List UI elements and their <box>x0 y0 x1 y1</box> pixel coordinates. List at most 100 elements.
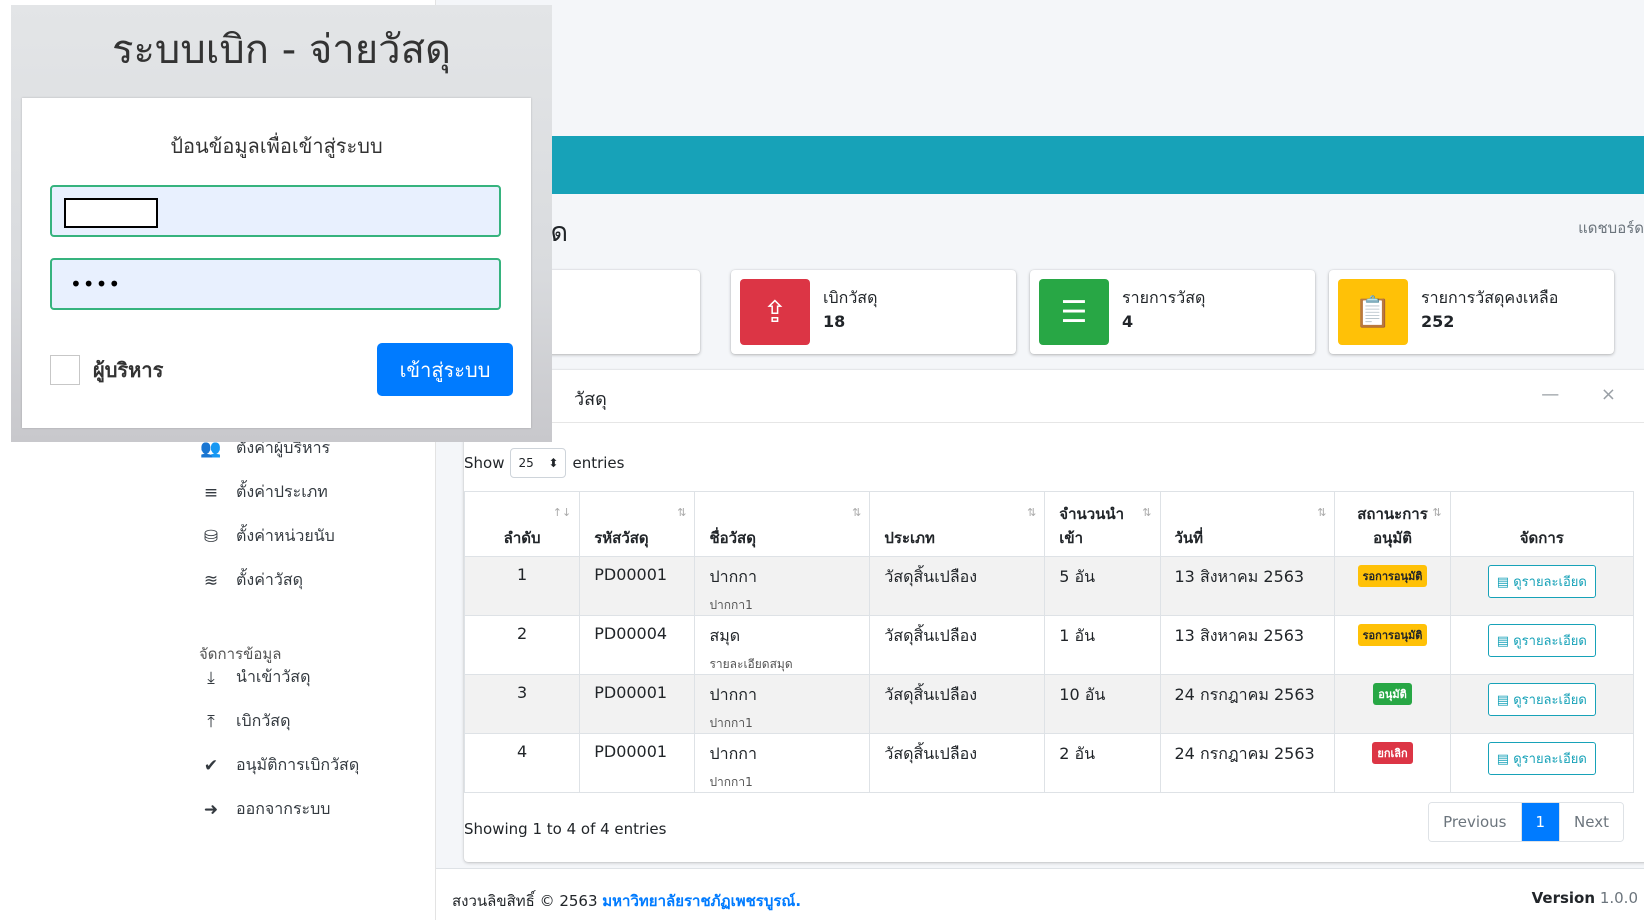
sidebar-data-item-0[interactable]: ⤓ นำเข้าวัสดุ <box>200 665 310 690</box>
status-badge: รอการอนุมัติ <box>1357 624 1428 646</box>
material-name: ปากกา <box>709 685 757 704</box>
import-quantity: 10 อัน <box>1059 685 1106 704</box>
page-length-select[interactable]: 25 ⬍ <box>510 448 567 478</box>
nav-item-label: ตั้งค่าหน่วยนับ <box>236 526 335 545</box>
cell-type: วัสดุสิ้นเปลือง <box>869 674 1046 734</box>
sidebar-data-item-2[interactable]: ✔ อนุมัติการเบิกวัสดุ <box>200 753 359 778</box>
column-header-6[interactable]: สถานะการอนุมัติ ⇅ <box>1334 491 1451 557</box>
pagination: Previous 1 Next <box>1428 802 1624 842</box>
view-detail-button[interactable]: ▤ ดูรายละเอียด <box>1487 683 1596 716</box>
breadcrumb[interactable]: แดชบอร์ด <box>1578 216 1644 240</box>
table-row: 3 PD00001 ปากกา ปากกา1 วัสดุสิ้นเปลือง 10 อัน… <box>463 674 1635 734</box>
upload-icon: ⤒ <box>207 711 215 732</box>
material-code: PD00001 <box>594 565 668 584</box>
previous-button[interactable]: Previous <box>1429 803 1522 841</box>
material-code: PD00001 <box>594 742 668 761</box>
cell-status: รอการอนุมัติ <box>1334 615 1451 675</box>
column-header-3[interactable]: ประเภท ⇅ <box>869 491 1046 557</box>
username-input[interactable] <box>50 185 501 237</box>
nav-section-header: จัดการข้อมูล <box>199 645 282 663</box>
card-tools[interactable]: — × <box>1541 384 1634 405</box>
logout-icon: ➜ <box>203 799 219 820</box>
nav-item-label: เบิกวัสดุ <box>236 711 291 730</box>
row-number: 4 <box>517 742 528 761</box>
import-quantity: 1 อัน <box>1059 626 1096 645</box>
row-number: 2 <box>517 624 528 643</box>
executive-checkbox[interactable] <box>50 355 80 385</box>
column-header-1[interactable]: รหัสวัสดุ ⇅ <box>579 491 696 557</box>
cell-action: ▤ ดูรายละเอียด <box>1449 556 1635 616</box>
card-title: วัสดุ <box>574 389 607 410</box>
org-link[interactable]: มหาวิทยาลัยราชภัฏเพชรบูรณ์. <box>602 892 801 910</box>
nav-item-label: นำเข้าวัสดุ <box>236 667 311 686</box>
material-type: วัสดุสิ้นเปลือง <box>884 626 978 645</box>
column-header-0[interactable]: ลำดับ ↑↓ <box>463 491 581 557</box>
info-box-value: 4 <box>1122 312 1134 331</box>
cell-date: 24 กรกฎาคม 2563 <box>1159 733 1336 793</box>
material-description: ปากกา1 <box>709 716 753 730</box>
show-label: Show <box>464 454 505 472</box>
import-date: 24 กรกฎาคม 2563 <box>1174 685 1315 704</box>
material-type: วัสดุสิ้นเปลือง <box>884 567 978 586</box>
material-description: ปากกา1 <box>709 775 753 789</box>
sidebar-data-item-3[interactable]: ➜ ออกจากระบบ <box>200 797 331 822</box>
row-number: 1 <box>517 565 528 584</box>
column-header-2[interactable]: ชื่อวัสดุ ⇅ <box>694 491 871 557</box>
nav-item-label: ตั้งค่าวัสดุ <box>236 570 304 589</box>
login-title: ระบบเบิก - จ่ายวัสดุ <box>111 27 452 73</box>
column-header-5[interactable]: วันที่ ⇅ <box>1159 491 1336 557</box>
entries-label: entries <box>572 454 625 472</box>
material-description: ปากกา1 <box>709 598 753 612</box>
login-button[interactable]: เข้าสู่ระบบ <box>377 343 513 396</box>
status-badge: อนุมัติ <box>1373 683 1412 705</box>
page-length-value: 25 <box>518 456 534 470</box>
cell-code: PD00001 <box>579 674 696 734</box>
cell-qty: 5 อัน <box>1044 556 1161 616</box>
sort-icon: ⇅ <box>1317 506 1327 519</box>
length-control: Show 25 ⬍ entries <box>464 448 624 478</box>
info-box-label: เบิกวัสดุ <box>823 288 878 307</box>
view-detail-button[interactable]: ▤ ดูรายละเอียด <box>1487 624 1596 657</box>
check-circle-icon: ✔ <box>203 755 219 776</box>
card-header: วัสดุ — × <box>464 370 1644 423</box>
cell-code: PD00004 <box>579 615 696 675</box>
import-date: 24 กรกฎาคม 2563 <box>1174 744 1315 763</box>
file-icon: ▤ <box>1496 575 1514 590</box>
table-info: Showing 1 to 4 of 4 entries <box>464 820 667 838</box>
cell-code: PD00001 <box>579 733 696 793</box>
cell-date: 24 กรกฎาคม 2563 <box>1159 674 1336 734</box>
sidebar-item-3[interactable]: ≋ ตั้งค่าวัสดุ <box>200 568 303 593</box>
username-redacted <box>64 198 158 228</box>
password-input[interactable]: •••• <box>50 258 501 310</box>
upload-icon: ⇪ <box>740 279 810 345</box>
view-detail-button[interactable]: ▤ ดูรายละเอียด <box>1487 565 1596 598</box>
cell-type: วัสดุสิ้นเปลือง <box>869 556 1046 616</box>
sort-icon: ⇅ <box>852 506 862 519</box>
sort-icon: ⇅ <box>677 506 687 519</box>
file-icon: ▤ <box>1496 693 1514 708</box>
import-date: 13 สิงหาคม 2563 <box>1174 626 1305 645</box>
info-box-value: 252 <box>1421 312 1455 331</box>
column-header-label: ลำดับ <box>503 529 541 547</box>
footer: สงวนลิขสิทธิ์ © 2563 มหาวิทยาลัยราชภัฏเพ… <box>436 868 1644 921</box>
login-card: ป้อนข้อมูลเพื่อเข้าสู่ระบบ •••• ผู้บริหา… <box>22 98 531 428</box>
material-type: วัสดุสิ้นเปลือง <box>884 744 978 763</box>
table-row: 1 PD00001 ปากกา ปากกา1 วัสดุสิ้นเปลือง 5 อัน 1… <box>463 556 1635 616</box>
material-description: รายละเอียดสมุด <box>709 657 793 671</box>
cell-name: ปากกา ปากกา1 <box>694 556 871 616</box>
column-header-4[interactable]: จำนวนนำเข้า ⇅ <box>1044 491 1161 557</box>
sidebar-item-1[interactable]: ≡ ตั้งค่าประเภท <box>200 480 328 505</box>
page-1-button[interactable]: 1 <box>1521 803 1561 841</box>
next-button[interactable]: Next <box>1560 803 1623 841</box>
list-icon: ≡ <box>203 482 219 503</box>
cell-action: ▤ ดูรายละเอียด <box>1449 674 1635 734</box>
info-box-label: รายการวัสดุ <box>1122 288 1206 307</box>
sidebar-data-item-1[interactable]: ⤒ เบิกวัสดุ <box>200 709 290 734</box>
cell-status: อนุมัติ <box>1334 674 1451 734</box>
material-name: ปากกา <box>709 744 757 763</box>
cell-code: PD00001 <box>579 556 696 616</box>
sort-icon: ⇅ <box>1432 506 1442 519</box>
view-detail-button[interactable]: ▤ ดูรายละเอียด <box>1487 742 1596 775</box>
sidebar-item-2[interactable]: ⛁ ตั้งค่าหน่วยนับ <box>200 524 335 549</box>
top-navbar <box>436 136 1644 194</box>
